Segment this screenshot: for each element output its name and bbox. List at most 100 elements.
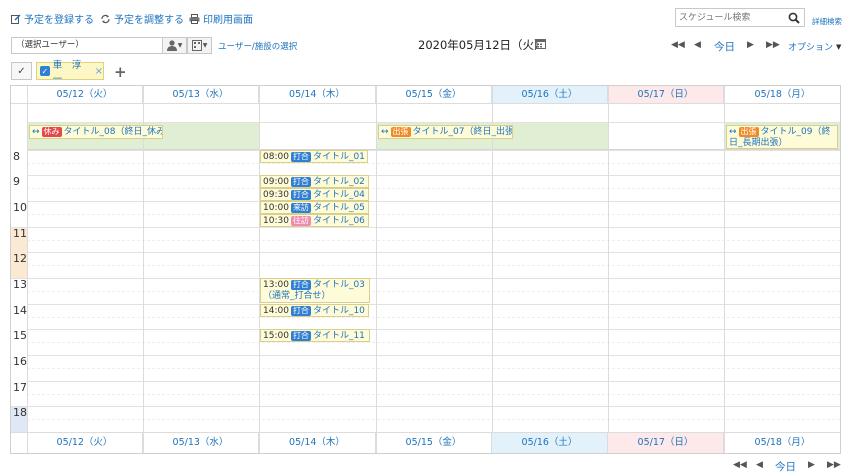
event-time: 10:00	[263, 203, 289, 213]
event-title: タイトル_01	[312, 152, 365, 162]
event-tag: 打合	[290, 152, 311, 162]
schedule-event[interactable]: 09:30 打合 タイトル_04	[260, 188, 369, 201]
detail-search-link[interactable]: 詳細検索	[812, 16, 842, 27]
schedule-event[interactable]: 15:00 打合 タイトル_11	[260, 329, 370, 342]
option-label: オプション	[788, 43, 834, 53]
event-time: 10:30	[263, 216, 289, 226]
checkmark-icon: ✓	[17, 65, 26, 77]
event-tag: 休み	[41, 127, 62, 137]
hour-label: 18	[13, 406, 27, 419]
span-arrow-icon: ↔	[381, 127, 389, 137]
event-title: タイトル_05	[312, 203, 365, 213]
day-header[interactable]: 05/15（金）	[376, 86, 492, 104]
next-week-button-bottom[interactable]: ▶▶	[827, 460, 841, 470]
day-header[interactable]: 05/17（日）	[608, 86, 724, 104]
select-all-button[interactable]: ✓	[11, 62, 32, 80]
next-week-button[interactable]: ▶▶	[766, 40, 780, 50]
day-footer[interactable]: 05/17（日）	[608, 433, 724, 453]
add-user-button[interactable]: +	[114, 63, 127, 81]
event-tag: 来訪	[290, 203, 311, 213]
refresh-icon	[101, 14, 110, 23]
event-time: 15:00	[263, 331, 289, 341]
adjust-label: 予定を調整する	[114, 15, 184, 26]
building-icon	[191, 40, 202, 51]
day-footer[interactable]: 05/13（水）	[143, 433, 259, 453]
event-title: タイトル_10	[312, 306, 365, 316]
next-day-button-bottom[interactable]: ▶	[808, 460, 815, 470]
prev-day-button[interactable]: ◀	[694, 40, 701, 50]
day-header[interactable]: 05/14（木）	[259, 86, 376, 104]
day-footer[interactable]: 05/12（火）	[27, 433, 143, 453]
allday-event[interactable]: ↔ 休み タイトル_08（終日_休み）	[29, 125, 163, 139]
hour-label: 12	[13, 252, 27, 265]
prev-day-button-bottom[interactable]: ◀	[756, 460, 763, 470]
chevron-down-icon: ▼	[836, 42, 842, 51]
event-title: タイトル_02	[312, 177, 365, 187]
allday-event[interactable]: ↔ 出張 タイトル_09（終日_長期出張）	[726, 125, 838, 149]
event-time: 14:00	[263, 306, 289, 316]
event-title: タイトル_11	[312, 331, 365, 341]
next-day-button[interactable]: ▶	[747, 40, 754, 50]
register-button[interactable]: 予定を登録する	[11, 11, 94, 26]
schedule-event[interactable]: 10:30 往訪 タイトル_06	[260, 214, 369, 227]
event-title: タイトル_08（終日_休み）	[63, 127, 163, 137]
chip-label: 車 淳一	[52, 60, 82, 85]
day-footer[interactable]: 05/14（木）	[259, 433, 376, 453]
user-select-field[interactable]: （選択ユーザー）	[11, 37, 163, 54]
search-input[interactable]	[676, 9, 786, 26]
checkbox-checked-icon[interactable]: ✓	[40, 66, 50, 76]
event-tag: 出張	[390, 127, 411, 137]
option-menu[interactable]: オプション ▼	[788, 40, 842, 54]
print-label: 印刷用画面	[203, 15, 253, 26]
hour-label: 13	[13, 278, 27, 291]
edit-icon	[11, 13, 21, 24]
adjust-button[interactable]: 予定を調整する	[100, 11, 184, 26]
user-facility-select-link[interactable]: ユーザー/施設の選択	[218, 40, 297, 52]
event-title: タイトル_04	[312, 190, 365, 200]
close-icon[interactable]: ×	[95, 66, 103, 77]
event-time: 09:00	[263, 177, 289, 187]
hour-label: 16	[13, 355, 27, 368]
day-header[interactable]: 05/12（火）	[27, 86, 143, 104]
calendar-icon[interactable]	[535, 38, 546, 49]
user-picker-button[interactable]: ▼	[162, 37, 187, 54]
user-filter-chip[interactable]: ✓ 車 淳一 ×	[36, 60, 104, 85]
schedule-search[interactable]	[675, 8, 805, 27]
today-button-bottom[interactable]: 今日	[775, 459, 796, 474]
event-tag: 打合	[290, 190, 311, 200]
schedule-event[interactable]: 08:00 打合 タイトル_01	[260, 150, 368, 163]
day-header[interactable]: 05/18（月）	[724, 86, 840, 104]
week-calendar: 05/12（火） 05/13（水） 05/14（木） 05/15（金） 05/1…	[10, 85, 841, 454]
facility-picker-button[interactable]: ▼	[187, 37, 212, 54]
schedule-event[interactable]: 10:00 来訪 タイトル_05	[260, 201, 369, 214]
day-header[interactable]: 05/13（水）	[143, 86, 259, 104]
event-time: 09:30	[263, 190, 289, 200]
span-arrow-icon: ↔	[729, 127, 737, 137]
allday-event[interactable]: ↔ 出張 タイトル_07（終日_出張）	[378, 125, 513, 139]
prev-week-button-bottom[interactable]: ◀◀	[733, 460, 747, 470]
hour-label: 17	[13, 381, 27, 394]
schedule-event[interactable]: 09:00 打合 タイトル_02	[260, 175, 369, 188]
event-time: 08:00	[263, 152, 289, 162]
schedule-event[interactable]: 14:00 打合 タイトル_10	[260, 304, 369, 317]
hour-label: 10	[13, 201, 27, 214]
event-note: （通常_打合せ）	[263, 291, 331, 301]
date-title: 2020年05月12日（火）	[418, 38, 546, 52]
today-button[interactable]: 今日	[714, 39, 735, 54]
day-footer[interactable]: 05/16（土）	[492, 433, 608, 453]
user-icon	[166, 40, 177, 51]
event-time: 13:00	[263, 280, 289, 290]
hour-label: 11	[13, 227, 27, 240]
schedule-event[interactable]: 13:00 打合 タイトル_03 （通常_打合せ）	[260, 278, 370, 303]
event-title: タイトル_06	[312, 216, 365, 226]
prev-week-button[interactable]: ◀◀	[671, 40, 685, 50]
event-tag: 出張	[738, 127, 759, 137]
day-footer[interactable]: 05/18（月）	[724, 433, 840, 453]
print-button[interactable]: 印刷用画面	[189, 11, 253, 26]
search-icon[interactable]	[788, 12, 800, 24]
day-header[interactable]: 05/16（土）	[492, 86, 608, 104]
register-label: 予定を登録する	[24, 15, 94, 26]
event-tag: 打合	[290, 280, 311, 290]
day-footer[interactable]: 05/15（金）	[376, 433, 492, 453]
event-tag: 往訪	[290, 216, 311, 226]
